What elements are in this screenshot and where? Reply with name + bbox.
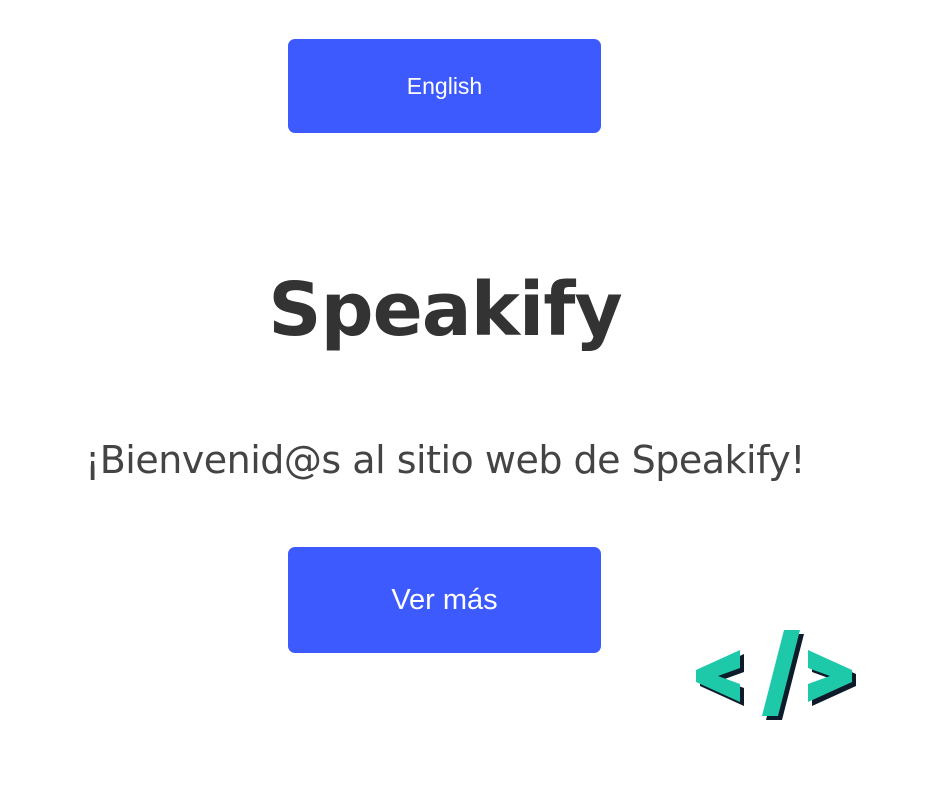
see-more-button[interactable]: Ver más [288,547,601,653]
language-toggle-button[interactable]: English [288,39,601,133]
welcome-message: ¡Bienvenid@s al sitio web de Speakify! [84,438,806,482]
code-brackets-icon [690,630,866,722]
page-title: Speakify [268,267,622,353]
